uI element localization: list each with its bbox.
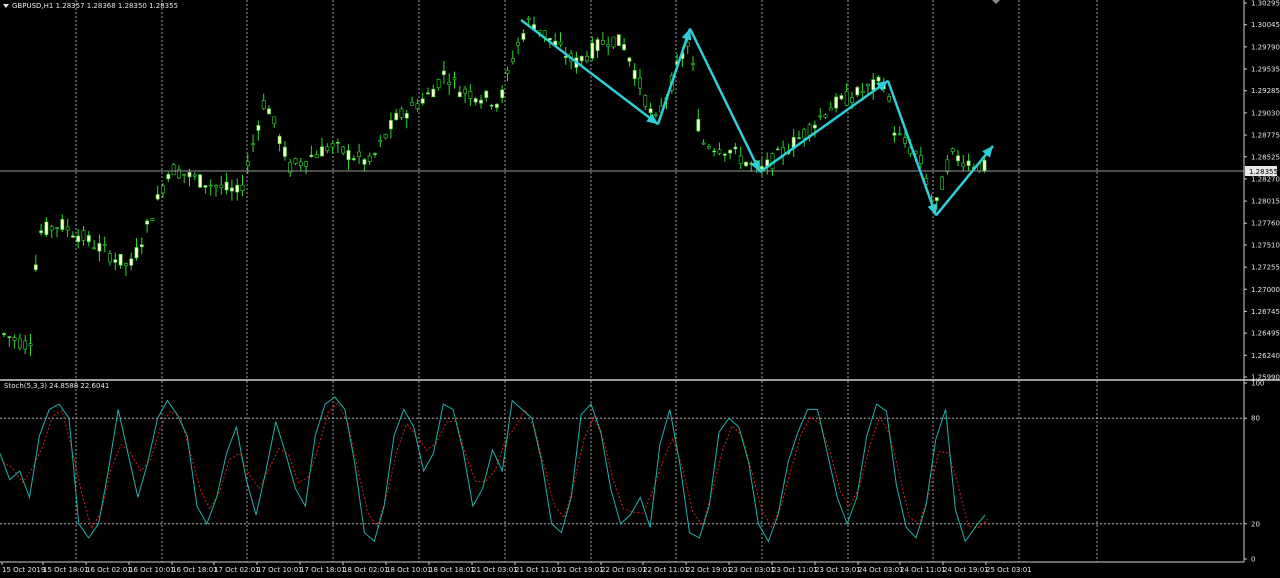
stoch-main-line: [0, 396, 986, 543]
time-axis-label: 21 Oct 03:01: [472, 566, 518, 574]
price-tick-label: 1.27760: [1251, 220, 1280, 228]
price-tick-label: 1.29285: [1251, 87, 1280, 95]
time-axis-label: 23 Oct 19:01: [815, 566, 861, 574]
time-axis-label: 23 Oct 11:01: [772, 566, 818, 574]
zigzag-arrowhead: [927, 203, 938, 216]
stoch-tick-label: 80: [1251, 415, 1260, 423]
time-axis-label: 16 Oct 18:01: [172, 566, 218, 574]
zigzag-segment: [886, 80, 938, 216]
stoch-tick-label: 20: [1251, 520, 1260, 528]
time-axis-label: 17 Oct 02:01: [214, 566, 260, 574]
time-axis-label: 15 Oct 2019: [2, 566, 45, 574]
time-axis-label: 17 Oct 10:01: [257, 566, 303, 574]
price-axis: 1.30295 1.30045 1.29790 1.29535 1.29285 1.290…: [1243, 0, 1280, 382]
chart-dropdown-icon[interactable]: [3, 4, 9, 8]
price-tick-label: 1.27255: [1251, 264, 1280, 272]
time-axis-label: 15 Oct 18:01: [43, 566, 89, 574]
time-axis-label: 23 Oct 03:01: [729, 566, 775, 574]
stoch-indicator-label: Stoch(5,3,3) 24.8588 22.6041: [4, 382, 109, 390]
stoch-axis: 100 80 20 0: [1243, 380, 1264, 564]
time-axis-label: 24 Oct 03:01: [858, 566, 904, 574]
chart-symbol-label: GBPUSD,H1 1.28357 1.28368 1.28350 1.2835…: [12, 2, 178, 10]
chart-shift-marker-icon[interactable]: [992, 0, 1000, 4]
price-tick-label: 1.28525: [1251, 153, 1280, 161]
price-tick-label: 1.30045: [1251, 21, 1280, 29]
zigzag-arrowhead: [876, 80, 888, 92]
time-axis-label: 21 Oct 11:01: [515, 566, 561, 574]
time-axis-label: 18 Oct 18:01: [429, 566, 475, 574]
time-axis-label: 16 Oct 10:01: [129, 566, 175, 574]
price-tick-label: 1.27000: [1251, 286, 1280, 294]
stoch-tick-label: 100: [1251, 380, 1264, 388]
stoch-signal-line: [2, 402, 989, 530]
time-axis-label: 21 Oct 19:01: [558, 566, 604, 574]
time-axis-label: 16 Oct 02:01: [86, 566, 132, 574]
price-tick-label: 1.26745: [1251, 308, 1280, 316]
price-tick-label: 1.28270: [1251, 175, 1280, 183]
time-axis-label: 22 Oct 11:01: [643, 566, 689, 574]
price-tick-label: 1.29790: [1251, 43, 1280, 51]
time-axis-label: 17 Oct 18:01: [300, 566, 346, 574]
zigzag-segment: [935, 145, 994, 217]
price-tick-label: 1.26495: [1251, 330, 1280, 338]
time-axis-label: 18 Oct 10:01: [386, 566, 432, 574]
time-axis-label: 25 Oct 03:01: [986, 566, 1032, 574]
stoch-tick-label: 0: [1251, 556, 1255, 564]
price-tick-label: 1.26240: [1251, 352, 1280, 360]
price-tick-label: 1.27510: [1251, 241, 1280, 249]
price-tick-label: 1.30295: [1251, 0, 1280, 8]
price-tick-label: 1.29030: [1251, 109, 1280, 117]
time-axis-label: 22 Oct 19:01: [686, 566, 732, 574]
time-axis-label: 24 Oct 11:01: [900, 566, 946, 574]
time-axis-label: 22 Oct 03:01: [601, 566, 647, 574]
time-axis: 15 Oct 201915 Oct 18:0116 Oct 02:0116 Oc…: [0, 561, 1244, 574]
zigzag-segment: [656, 28, 692, 125]
current-price-value: 1.28355: [1249, 168, 1278, 176]
stoch-grid: [0, 381, 1244, 562]
main-price-pane[interactable]: GBPUSD,H1 1.28357 1.28368 1.28350 1.2835…: [0, 0, 1244, 380]
price-tick-label: 1.29535: [1251, 66, 1280, 74]
zigzag-segment: [759, 79, 889, 173]
stochastic-pane[interactable]: Stoch(5,3,3) 24.8588 22.6041: [0, 381, 1244, 562]
zigzag-segment: [688, 28, 762, 173]
trading-chart[interactable]: GBPUSD,H1 1.28357 1.28368 1.28350 1.2835…: [0, 0, 1280, 578]
price-tick-label: 1.28775: [1251, 132, 1280, 140]
candlesticks: [2, 16, 987, 356]
zigzag-segment: [520, 18, 659, 126]
time-axis-label: 18 Oct 02:01: [343, 566, 389, 574]
price-tick-label: 1.28015: [1251, 198, 1280, 206]
time-axis-label: 24 Oct 19:01: [943, 566, 989, 574]
